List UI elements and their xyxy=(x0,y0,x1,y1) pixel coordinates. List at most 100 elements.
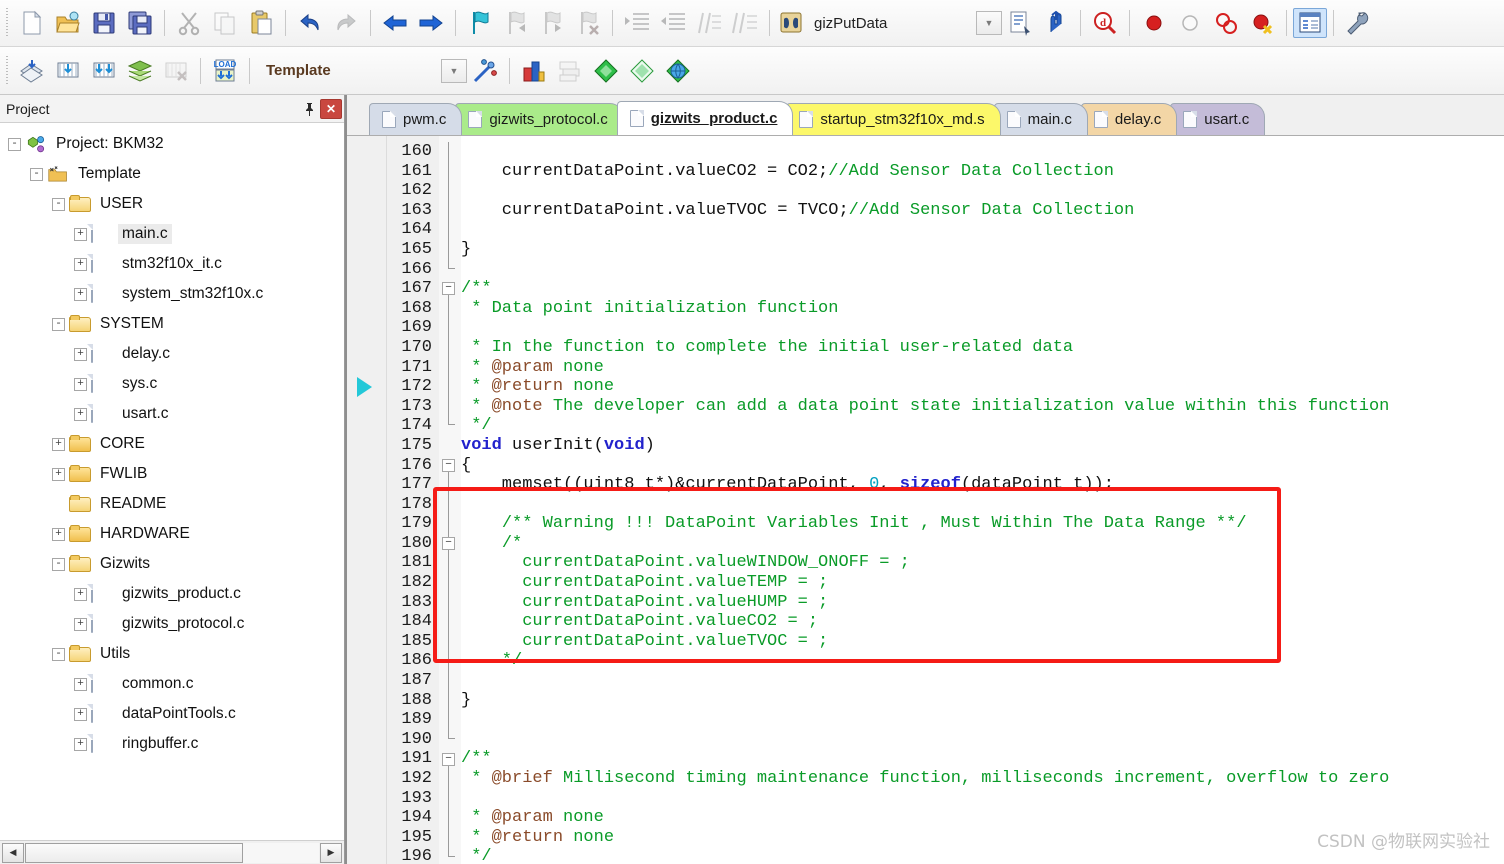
code-line[interactable] xyxy=(461,181,1504,201)
save-button[interactable] xyxy=(86,5,122,41)
next-bookmark-button[interactable] xyxy=(534,5,570,41)
debug-step-button[interactable] xyxy=(1038,5,1074,41)
code-line[interactable] xyxy=(461,730,1504,750)
code-line[interactable] xyxy=(461,260,1504,280)
code-line[interactable]: /** Warning !!! DataPoint Variables Init… xyxy=(461,514,1504,534)
collapse-icon[interactable]: - xyxy=(52,557,65,571)
tree-item-template[interactable]: - Template xyxy=(0,159,344,189)
collapse-icon[interactable]: - xyxy=(52,317,65,331)
download-button[interactable]: LOAD xyxy=(207,53,243,89)
tree-item-hardware[interactable]: + HARDWARE xyxy=(0,519,344,549)
code-line[interactable] xyxy=(461,318,1504,338)
tree-item-readme[interactable]: README xyxy=(0,489,344,519)
code-line[interactable]: } xyxy=(461,691,1504,711)
select-software-packs-button[interactable] xyxy=(588,53,624,89)
code-line[interactable]: { xyxy=(461,456,1504,476)
collapse-icon[interactable]: - xyxy=(52,197,65,211)
code-line[interactable] xyxy=(461,495,1504,515)
copy-button[interactable] xyxy=(207,5,243,41)
collapse-icon[interactable]: - xyxy=(52,647,65,661)
fold-toggle-icon[interactable]: − xyxy=(442,537,455,550)
batch-build-button[interactable] xyxy=(122,53,158,89)
code-line[interactable]: memset((uint8_t*)&currentDataPoint, 0, s… xyxy=(461,475,1504,495)
code-line[interactable] xyxy=(461,671,1504,691)
code-line[interactable]: /* xyxy=(461,534,1504,554)
paste-button[interactable] xyxy=(243,5,279,41)
build-target-button[interactable] xyxy=(50,53,86,89)
expand-icon[interactable]: + xyxy=(74,737,87,751)
undo-button[interactable] xyxy=(292,5,328,41)
indent-right-button[interactable] xyxy=(619,5,655,41)
pin-icon[interactable] xyxy=(298,98,320,120)
pack-world-button[interactable] xyxy=(660,53,696,89)
tree-item-system-stm32f10x-c[interactable]: + system_stm32f10x.c xyxy=(0,279,344,309)
expand-icon[interactable]: + xyxy=(74,617,87,631)
tree-item-stm32f10x-it-c[interactable]: + stm32f10x_it.c xyxy=(0,249,344,279)
editor-tab-delay-c[interactable]: delay.c xyxy=(1080,103,1178,135)
scroll-left-button[interactable]: ◀ xyxy=(2,842,24,863)
code-line[interactable]: void userInit(void) xyxy=(461,436,1504,456)
code-line[interactable] xyxy=(461,220,1504,240)
code-line[interactable]: /** xyxy=(461,749,1504,769)
code-line[interactable]: currentDataPoint.valueCO2 = ; xyxy=(461,612,1504,632)
code-line[interactable]: currentDataPoint.valueTVOC = ; xyxy=(461,632,1504,652)
scroll-thumb[interactable] xyxy=(25,842,243,863)
project-tree[interactable]: - Project: BKM32 - Template - USER + main.c + stm… xyxy=(0,123,344,840)
editor-tab-main-c[interactable]: main.c xyxy=(993,103,1088,135)
function-browser-combo[interactable]: gizPutData ▼ xyxy=(776,10,1002,36)
code-line[interactable]: * In the function to complete the initia… xyxy=(461,338,1504,358)
tree-item-sys-c[interactable]: + sys.c xyxy=(0,369,344,399)
fold-toggle-icon[interactable]: − xyxy=(442,752,455,766)
kill-all-breakpoints-button[interactable] xyxy=(1244,5,1280,41)
expand-icon[interactable]: + xyxy=(74,707,87,721)
expand-icon[interactable]: + xyxy=(52,437,65,451)
code-line[interactable]: * @param none xyxy=(461,358,1504,378)
stop-build-button[interactable] xyxy=(158,53,194,89)
toolbar-grip[interactable] xyxy=(4,8,11,38)
code-line[interactable]: * @param none xyxy=(461,808,1504,828)
tree-item-gizwits[interactable]: - Gizwits xyxy=(0,549,344,579)
indent-left-button[interactable] xyxy=(655,5,691,41)
open-file-button[interactable] xyxy=(50,5,86,41)
fold-toggle-icon[interactable]: − xyxy=(442,282,455,296)
code-line[interactable]: currentDataPoint.valueWINDOW_ONOFF = ; xyxy=(461,553,1504,573)
bookmark-column[interactable] xyxy=(347,136,387,864)
collapse-icon[interactable]: - xyxy=(30,167,43,181)
expand-icon[interactable]: + xyxy=(74,227,87,241)
expand-icon[interactable]: + xyxy=(74,347,87,361)
code-line[interactable]: */ xyxy=(461,416,1504,436)
manage-run-time-env-button[interactable] xyxy=(552,53,588,89)
editor-tab-gizwits-protocol-c[interactable]: gizwits_protocol.c xyxy=(455,103,624,135)
expand-icon[interactable]: + xyxy=(52,527,65,541)
translate-file-button[interactable] xyxy=(14,53,50,89)
toolbar-grip-2[interactable] xyxy=(4,55,11,86)
tree-item-delay-c[interactable]: + delay.c xyxy=(0,339,344,369)
scroll-track[interactable] xyxy=(25,842,319,863)
clear-bookmarks-button[interactable] xyxy=(570,5,606,41)
tree-item-gizwits-protocol-c[interactable]: + gizwits_protocol.c xyxy=(0,609,344,639)
collapse-icon[interactable]: - xyxy=(8,137,21,151)
expand-icon[interactable]: + xyxy=(74,677,87,691)
code-line[interactable]: currentDataPoint.valueCO2 = CO2;//Add Se… xyxy=(461,162,1504,182)
code-view[interactable]: 160 161 162 163 164 165 166 167 168 169 170 171 172 1… xyxy=(347,135,1504,864)
project-horizontal-scrollbar[interactable]: ◀ ▶ xyxy=(0,840,344,864)
code-line[interactable]: * @brief Millisecond timing maintenance … xyxy=(461,769,1504,789)
select-target-combo[interactable]: ▼ xyxy=(441,58,467,83)
toggle-bookmark-button[interactable] xyxy=(462,5,498,41)
uncomment-button[interactable] xyxy=(727,5,763,41)
tree-item-core[interactable]: + CORE xyxy=(0,429,344,459)
expand-icon[interactable]: + xyxy=(74,407,87,421)
configuration-wizard-button[interactable] xyxy=(1002,5,1038,41)
code-line[interactable]: currentDataPoint.valueTVOC = TVCO;//Add … xyxy=(461,201,1504,221)
new-file-button[interactable] xyxy=(14,5,50,41)
project-window-button[interactable] xyxy=(1293,8,1327,38)
editor-tab-startup-stm32f10x-md-s[interactable]: startup_stm32f10x_md.s xyxy=(786,103,1001,135)
cut-button[interactable] xyxy=(171,5,207,41)
tree-item-datapointtools-c[interactable]: + dataPointTools.c xyxy=(0,699,344,729)
code-line[interactable]: * @return none xyxy=(461,377,1504,397)
code-line[interactable]: currentDataPoint.valueHUMP = ; xyxy=(461,593,1504,613)
start-debug-session-button[interactable]: d xyxy=(1087,5,1123,41)
comment-button[interactable] xyxy=(691,5,727,41)
rebuild-all-button[interactable] xyxy=(86,53,122,89)
tree-item-usart-c[interactable]: + usart.c xyxy=(0,399,344,429)
